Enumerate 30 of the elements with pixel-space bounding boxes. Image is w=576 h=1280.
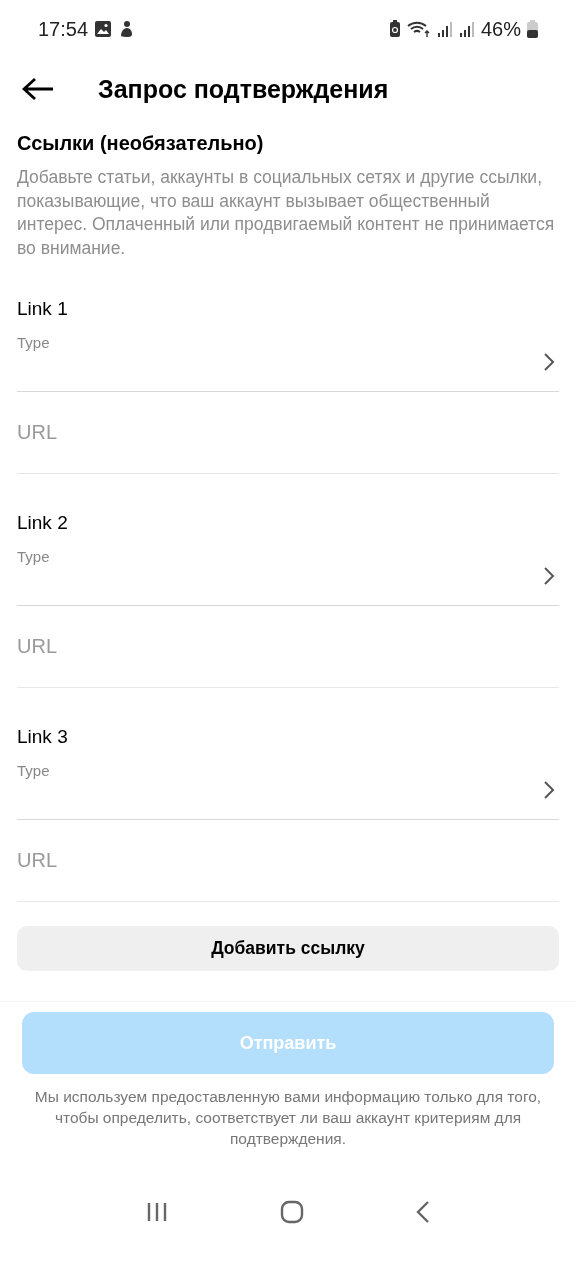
battery-percent: 46% (480, 17, 521, 41)
signal-icon (458, 20, 475, 38)
home-icon[interactable] (280, 1200, 304, 1224)
back-arrow-icon[interactable] (22, 77, 54, 101)
figure-icon (118, 20, 135, 38)
link-label: Link 3 (17, 725, 69, 749)
battery-icon (527, 20, 538, 38)
back-icon[interactable] (416, 1200, 430, 1224)
url-field[interactable]: URL (17, 392, 559, 474)
signal-icon (436, 20, 453, 38)
section-description: Добавьте статьи, аккаунты в социальных сетях и другие ссылки, показывающие, что ваш аккаунт вызывает общественный интерес. Оплаченный или продвигаемый контент не принимается во внимание. (17, 166, 556, 260)
chevron-right-icon (543, 780, 555, 800)
recent-apps-icon[interactable] (146, 1201, 168, 1223)
url-field[interactable]: URL (17, 606, 559, 688)
section-title: Ссылки (необязательно) (17, 131, 265, 156)
wifi-icon (406, 20, 431, 38)
page-title: Запрос подтверждения (98, 74, 389, 104)
type-selector[interactable]: Type (17, 752, 559, 820)
add-link-button[interactable]: Добавить ссылку (17, 926, 559, 971)
url-field[interactable]: URL (17, 820, 559, 902)
chevron-right-icon (543, 566, 555, 586)
type-selector[interactable]: Type (17, 324, 559, 392)
gallery-icon (94, 20, 113, 38)
link-label: Link 1 (17, 297, 69, 321)
footer-note: Мы используем предоставленную вами информацию только для того, чтобы определить, соответствует ли ваш аккаунт критериям для подтверждения. (33, 1087, 543, 1149)
battery-saver-icon (388, 20, 401, 38)
chevron-right-icon (543, 352, 555, 372)
link-label: Link 2 (17, 511, 69, 535)
type-selector[interactable]: Type (17, 538, 559, 606)
status-time: 17:54 (38, 17, 89, 41)
